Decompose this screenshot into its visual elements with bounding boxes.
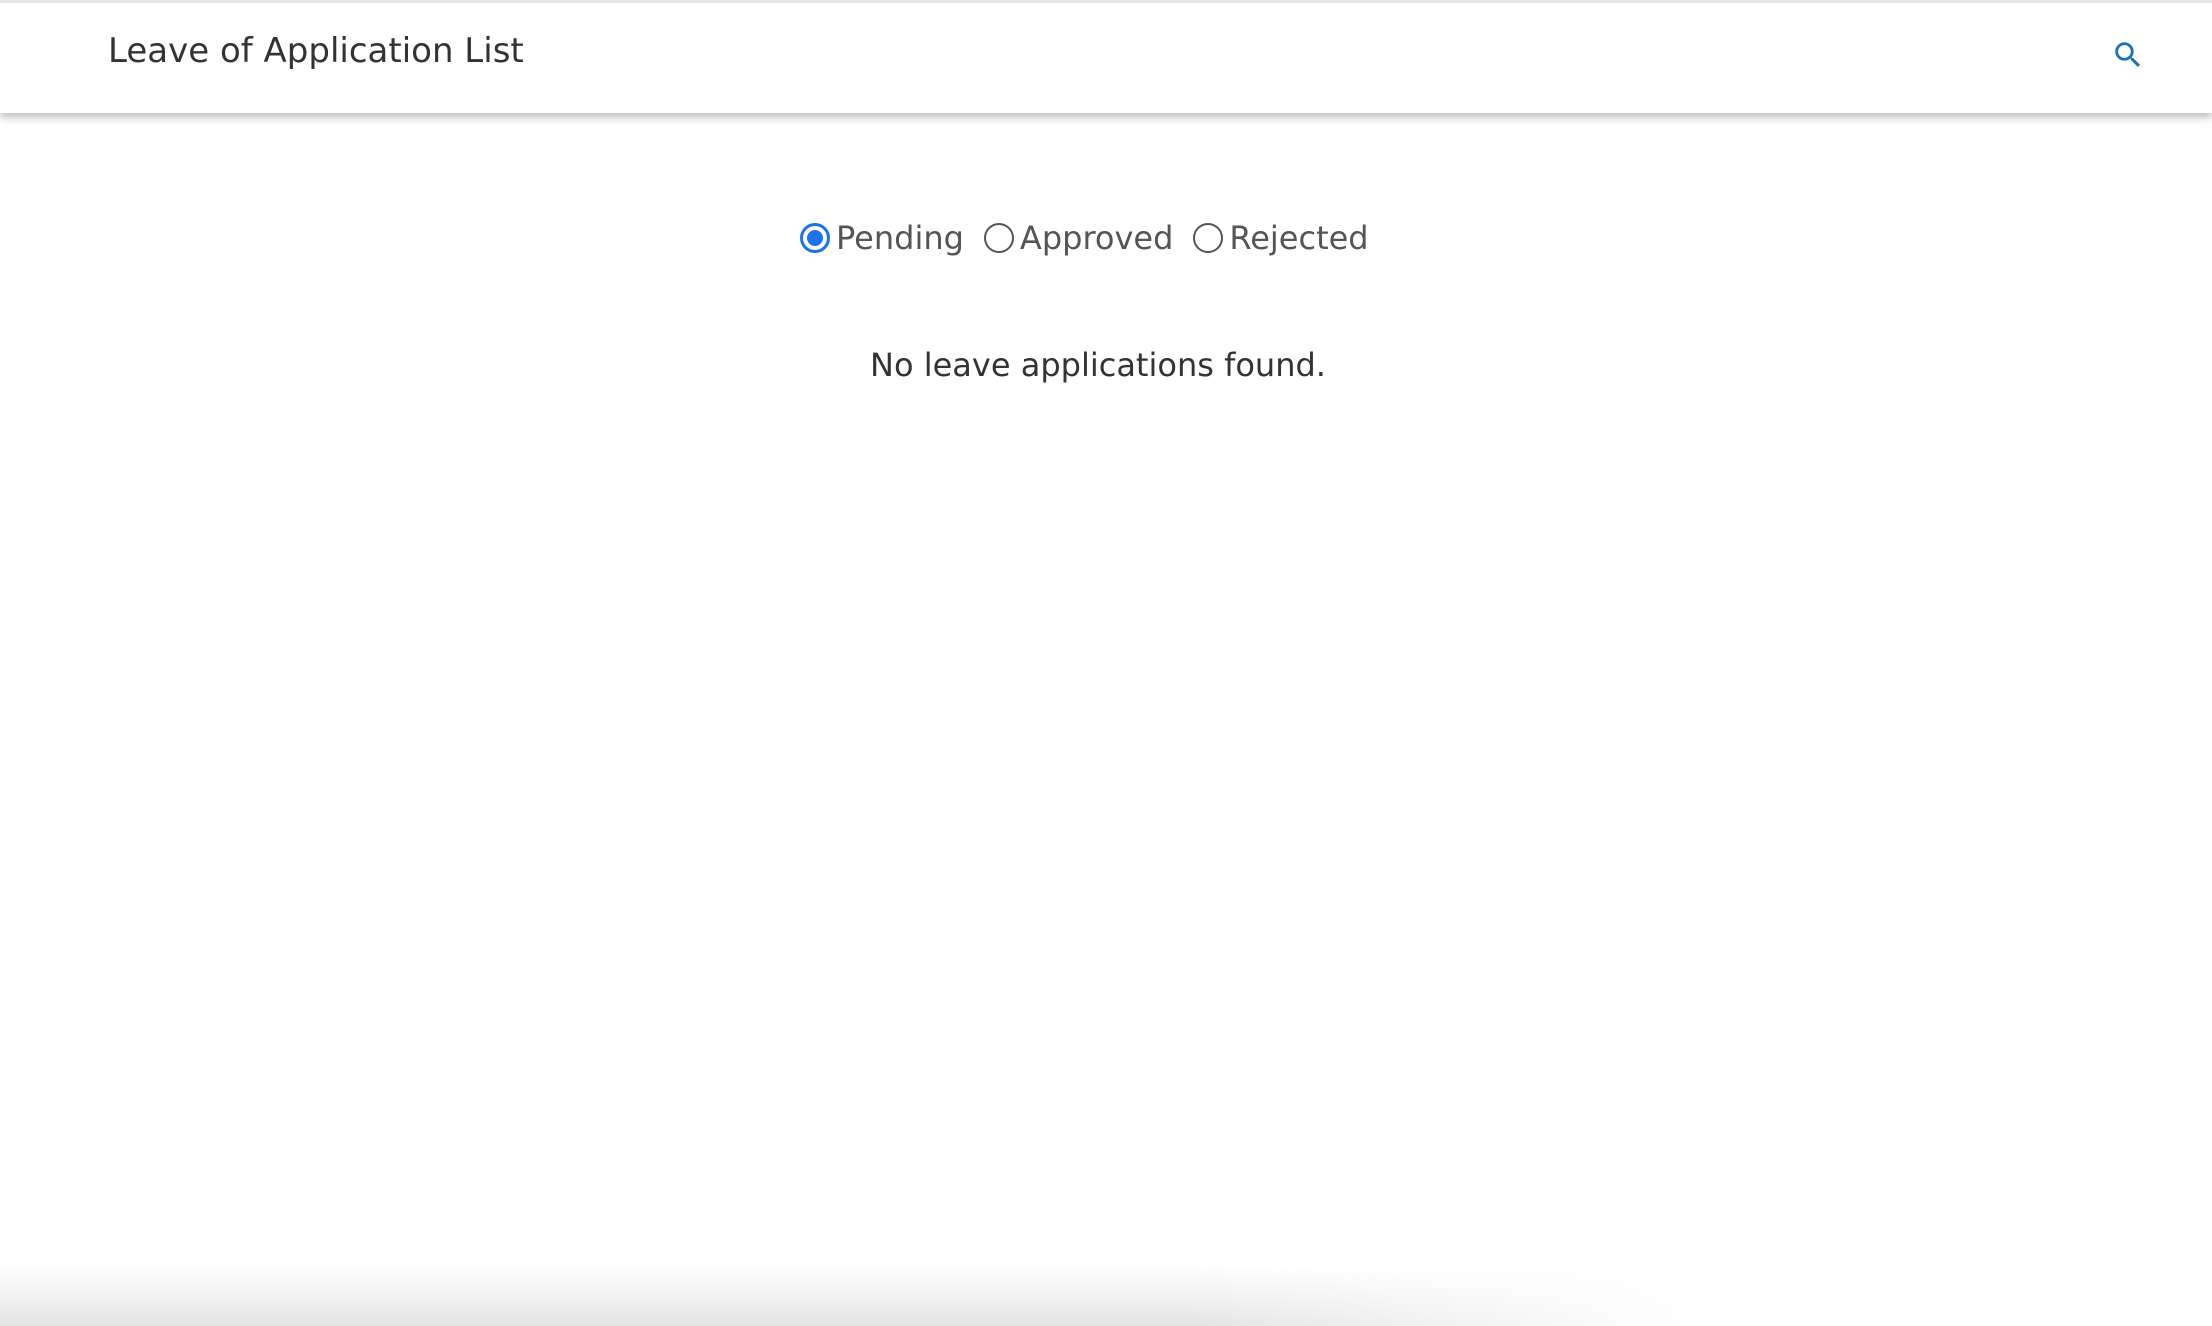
top-app-bar: Leave of Application List: [0, 0, 2212, 113]
radio-label-rejected[interactable]: Rejected: [1229, 218, 1368, 258]
page-title: Leave of Application List: [108, 31, 524, 71]
status-filter-group: Pending Approved Rejected: [800, 212, 1389, 264]
radio-rejected[interactable]: Rejected: [1193, 218, 1369, 258]
radio-label-pending[interactable]: Pending: [836, 218, 964, 258]
search-button[interactable]: [2104, 31, 2152, 79]
radio-label-approved[interactable]: Approved: [1020, 218, 1173, 258]
search-icon: [2115, 42, 2141, 68]
radio-approved[interactable]: Approved: [983, 218, 1173, 258]
radio-dot: [807, 230, 823, 246]
radio-pending[interactable]: Pending: [800, 218, 964, 258]
bottom-shadow: [0, 1266, 1700, 1326]
page: Leave of Application List Pending Approv…: [0, 0, 2212, 1326]
radio-button-unchecked[interactable]: [983, 223, 1014, 253]
radio-button-unchecked[interactable]: [1193, 223, 1224, 253]
radio-button-checked[interactable]: [800, 223, 830, 253]
empty-state-message: No leave applications found.: [870, 346, 1326, 384]
